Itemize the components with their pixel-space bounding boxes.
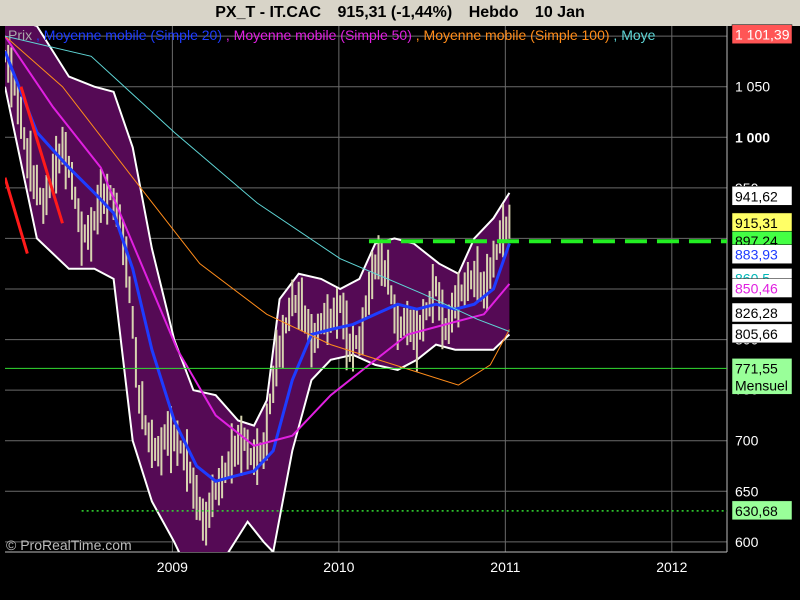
price-tag-label-10: 771,55	[735, 360, 778, 376]
x-tick-label-2012: 2012	[656, 559, 687, 575]
legend-ma100: , Moyenne mobile (Simple 100)	[412, 27, 610, 43]
price-tag-label-7: 850,46	[735, 281, 778, 297]
y-tick-label-1050: 1 050	[735, 79, 770, 95]
trend-line-1	[5, 177, 29, 255]
y-tick-label-1000: 1 000	[735, 129, 770, 145]
price-tag-label-2: 941,62	[735, 188, 778, 204]
price-tag-label-8: 826,28	[735, 305, 778, 321]
legend: Prix , Moyenne mobile (Simple 20) , Moye…	[8, 27, 656, 43]
y-tick-label-700: 700	[735, 433, 759, 449]
legend-ma20: , Moyenne mobile (Simple 20)	[32, 27, 222, 43]
price-tag-label-3: 915,31	[735, 215, 778, 231]
y-tick-label-650: 650	[735, 483, 759, 499]
plot-layer	[5, 26, 727, 552]
watermark: © ProRealTime.com	[6, 537, 132, 553]
y-tick-label-600: 600	[735, 534, 759, 550]
legend-price: Prix	[8, 27, 32, 43]
price-tag-label-1: 1 101,39	[735, 27, 790, 43]
x-tick-label-2010: 2010	[323, 559, 354, 575]
price-tag-label-9: 805,66	[735, 326, 778, 342]
legend-ma50: , Moyenne mobile (Simple 50)	[222, 27, 412, 43]
price-tag-sub-10: Mensuel	[735, 377, 788, 393]
legend-ma200: , Moye	[610, 27, 656, 43]
x-tick-label-2011: 2011	[490, 559, 520, 575]
x-tick-label-2009: 2009	[157, 559, 188, 575]
price-tag-label-5: 883,93	[735, 247, 778, 263]
price-chart[interactable]: 6006507007508008509009501 0001 0501 1002…	[0, 0, 800, 600]
price-tag-label-11: 630,68	[735, 503, 778, 519]
